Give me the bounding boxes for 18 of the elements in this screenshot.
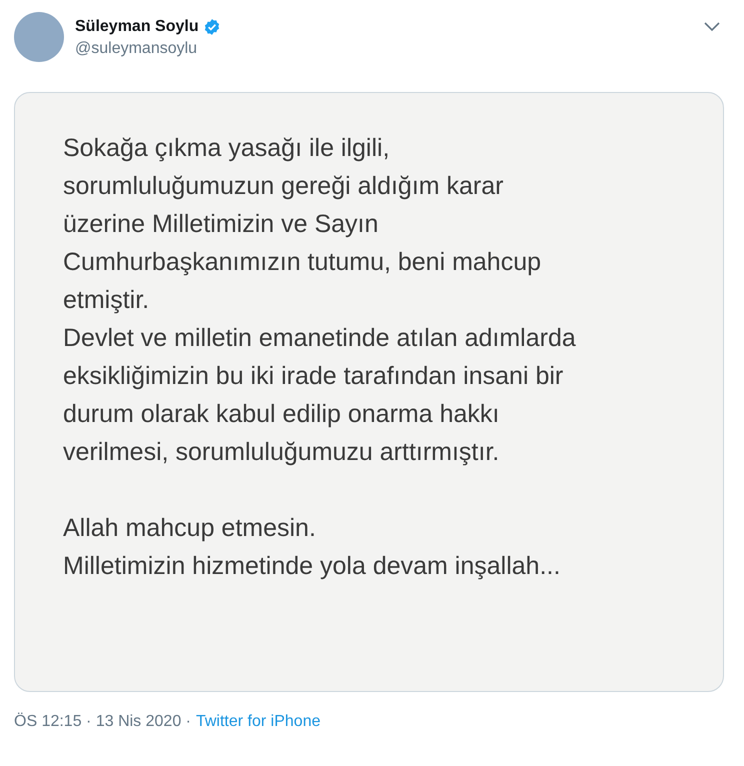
note-image[interactable] [14, 92, 724, 692]
note-text-line: Sokağa çıkma yasağı ile ilgili, [63, 133, 391, 164]
note-text-line: Milletimizin hizmetinde yola devam inşallah... [63, 551, 562, 582]
author-handle[interactable]: @suleymansoylu [75, 39, 221, 59]
author-name[interactable]: Süleyman Soylu [75, 15, 199, 39]
note-text-line: eksikliğimizin bu iki irade tarafından insani bir [63, 361, 564, 392]
note-text-line: durum olarak kabul edilip onarma hakkı [63, 399, 500, 430]
note-text-line: Allah mahcup etmesin. [63, 513, 317, 544]
note-text-line: verilmesi, sorumluluğumuzu arttırmıştır. [63, 437, 500, 468]
chevron-down-icon[interactable] [704, 22, 720, 32]
note-text-line: Cumhurbaşkanımızın tutumu, beni mahcup [63, 247, 542, 278]
source-link[interactable]: Twitter for iPhone [196, 710, 320, 734]
note-text-line: etmiştir. [63, 285, 150, 316]
note-text-line: üzerine Milletimizin ve Sayın [63, 209, 380, 240]
note-text-line: Devlet ve milletin emanetinde atılan adımlarda [63, 323, 577, 354]
timestamp[interactable]: ÖS 12:15 · 13 Nis 2020 · [14, 710, 191, 734]
avatar[interactable] [14, 12, 64, 62]
note-text-line: sorumluluğumuzun gereği aldığım karar [63, 171, 504, 202]
